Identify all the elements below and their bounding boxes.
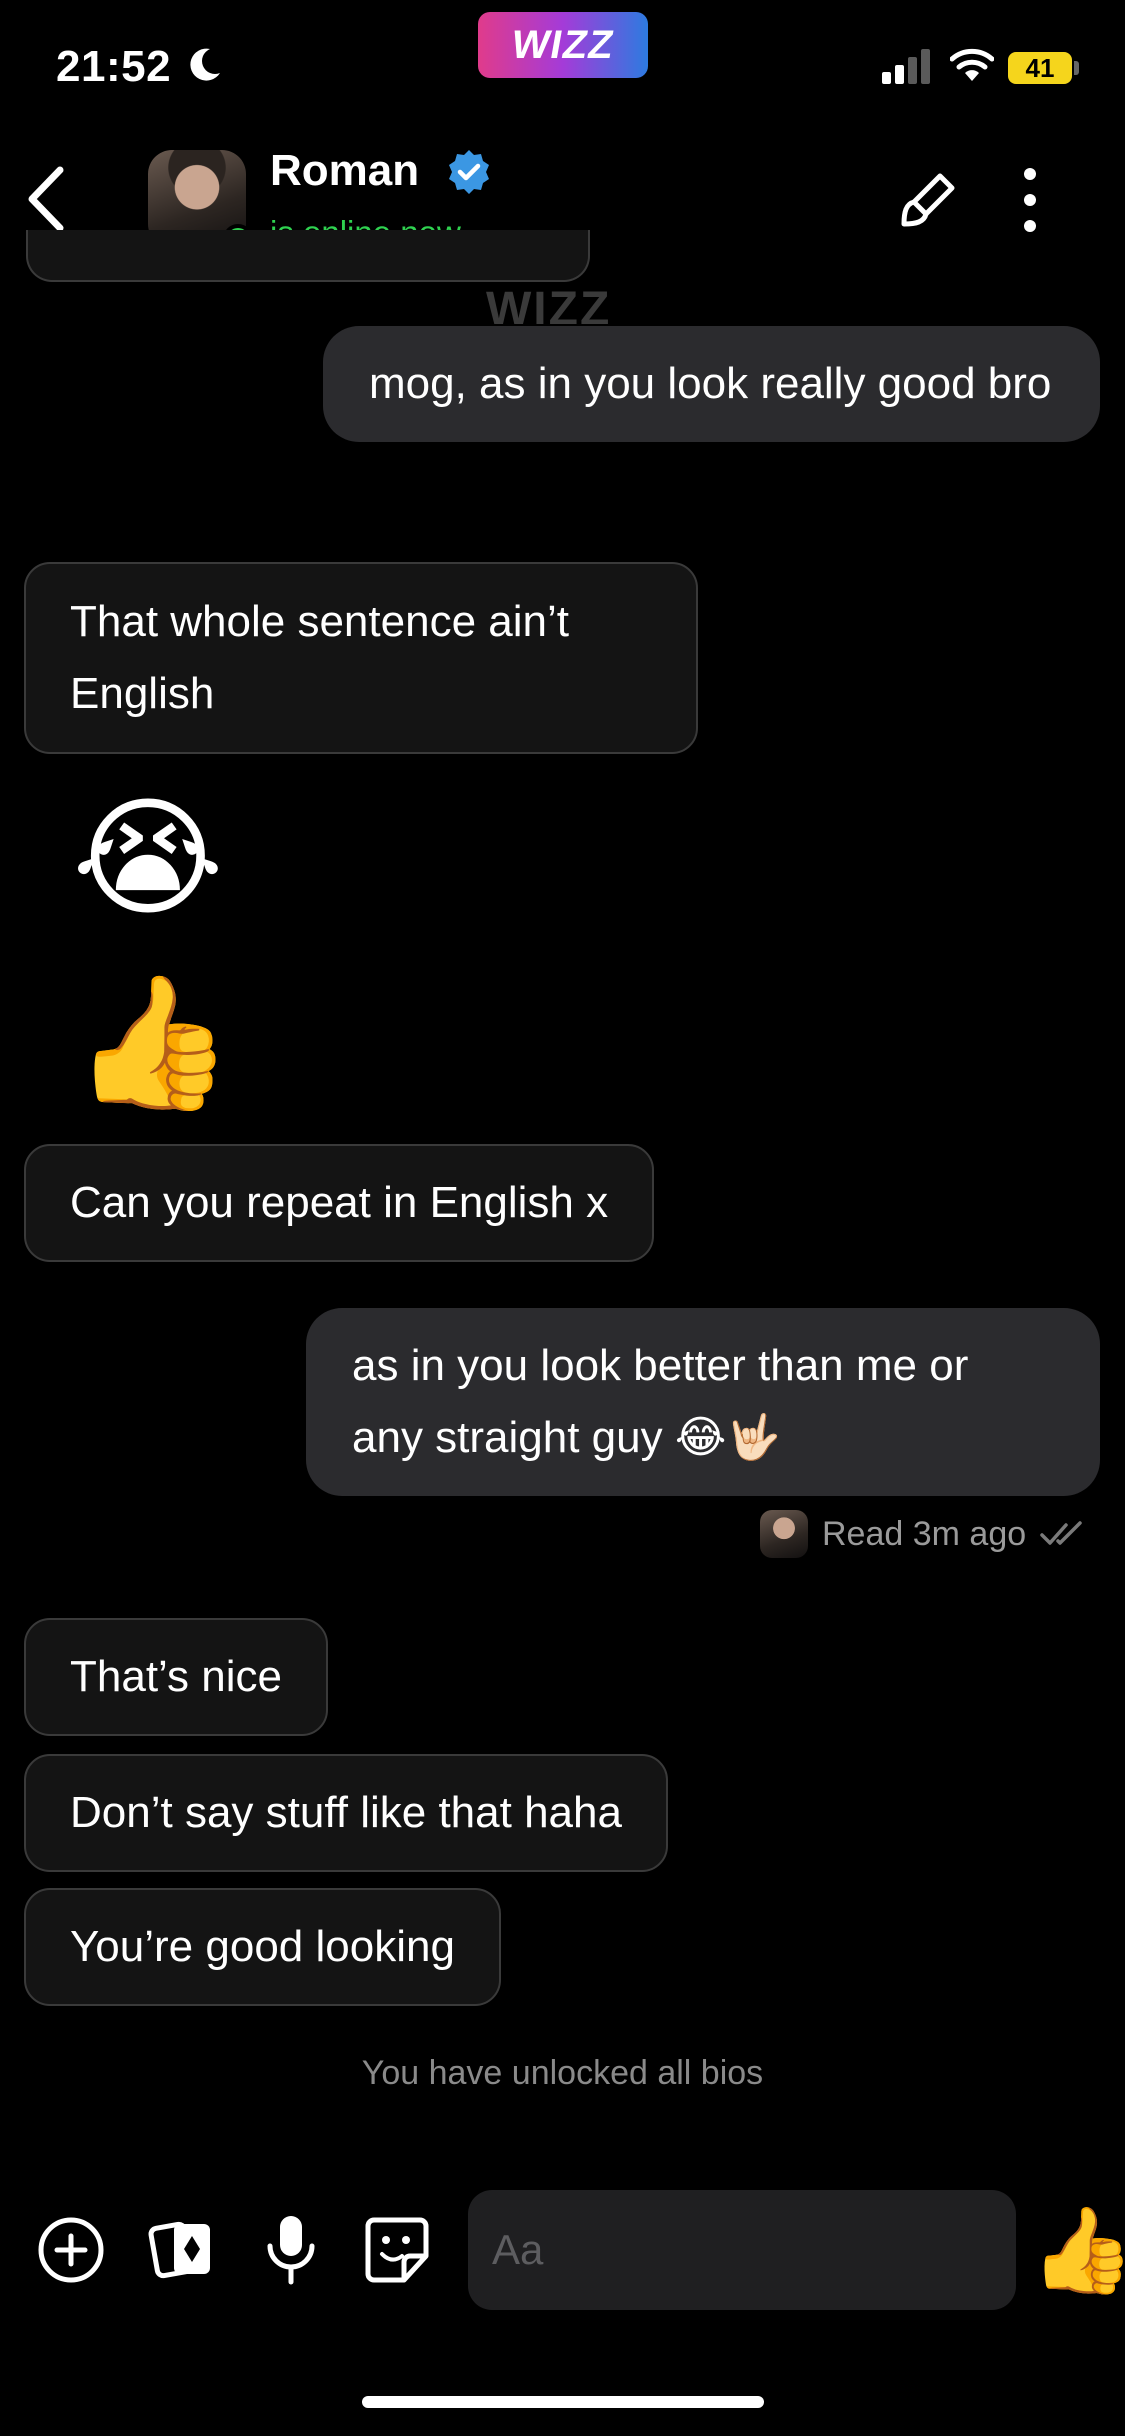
sticker-icon[interactable]: [362, 2212, 432, 2288]
wizz-watermark: WIZZ: [486, 283, 612, 324]
incoming-emoji-thumbs-up[interactable]: 👍: [72, 972, 234, 1112]
read-receipt-avatar: [760, 1510, 808, 1558]
incoming-message[interactable]: You’re good looking: [24, 1888, 501, 2006]
message-text-line: as in you look better than me or: [352, 1341, 969, 1390]
status-time: 21:52: [56, 42, 172, 91]
incoming-message[interactable]: Can you repeat in English x: [24, 1144, 655, 1262]
previous-message-bubble: [26, 230, 590, 282]
thumbs-up-send-button[interactable]: 👍: [1030, 2205, 1125, 2295]
battery-level: 41: [1025, 52, 1055, 83]
read-receipt: Read 3m ago: [760, 1506, 1084, 1562]
more-options-icon[interactable]: [1010, 164, 1050, 236]
battery-tip: [1074, 61, 1079, 75]
wizz-logo-text: WIZZ: [508, 22, 618, 67]
back-arrow-icon[interactable]: [24, 164, 68, 234]
cellular-signal-icon: [882, 49, 930, 84]
incoming-message[interactable]: That’s nice: [24, 1618, 328, 1736]
battery-icon: 41: [1008, 52, 1072, 84]
wizz-logo: WIZZ: [478, 12, 648, 78]
outgoing-message[interactable]: as in you look better than me or any str…: [306, 1308, 1100, 1496]
outgoing-message[interactable]: mog, as in you look really good bro: [323, 326, 1100, 442]
message-text-line: any straight guy: [352, 1413, 663, 1462]
incoming-emoji-crying[interactable]: 😭: [72, 788, 224, 928]
wifi-icon: [950, 48, 994, 81]
contact-name[interactable]: Roman: [270, 146, 419, 196]
unlock-notice: You have unlocked all bios: [361, 2054, 764, 2092]
message-input[interactable]: Aa: [468, 2190, 1016, 2310]
message-emoji: 😂🤟🏻: [674, 1413, 782, 1462]
paintbrush-icon[interactable]: [896, 168, 960, 232]
home-indicator: [362, 2396, 764, 2408]
microphone-icon[interactable]: [256, 2212, 326, 2288]
verified-badge-icon: [449, 150, 489, 194]
incoming-message[interactable]: Don’t say stuff like that haha: [24, 1754, 668, 1872]
incoming-message[interactable]: That whole sentence ain’t English: [24, 562, 698, 754]
double-check-icon: [1040, 1521, 1082, 1545]
read-receipt-text: Read 3m ago: [822, 1514, 1027, 1553]
moon-icon: [190, 48, 220, 81]
add-icon[interactable]: [36, 2212, 106, 2288]
cards-icon[interactable]: [148, 2212, 218, 2288]
